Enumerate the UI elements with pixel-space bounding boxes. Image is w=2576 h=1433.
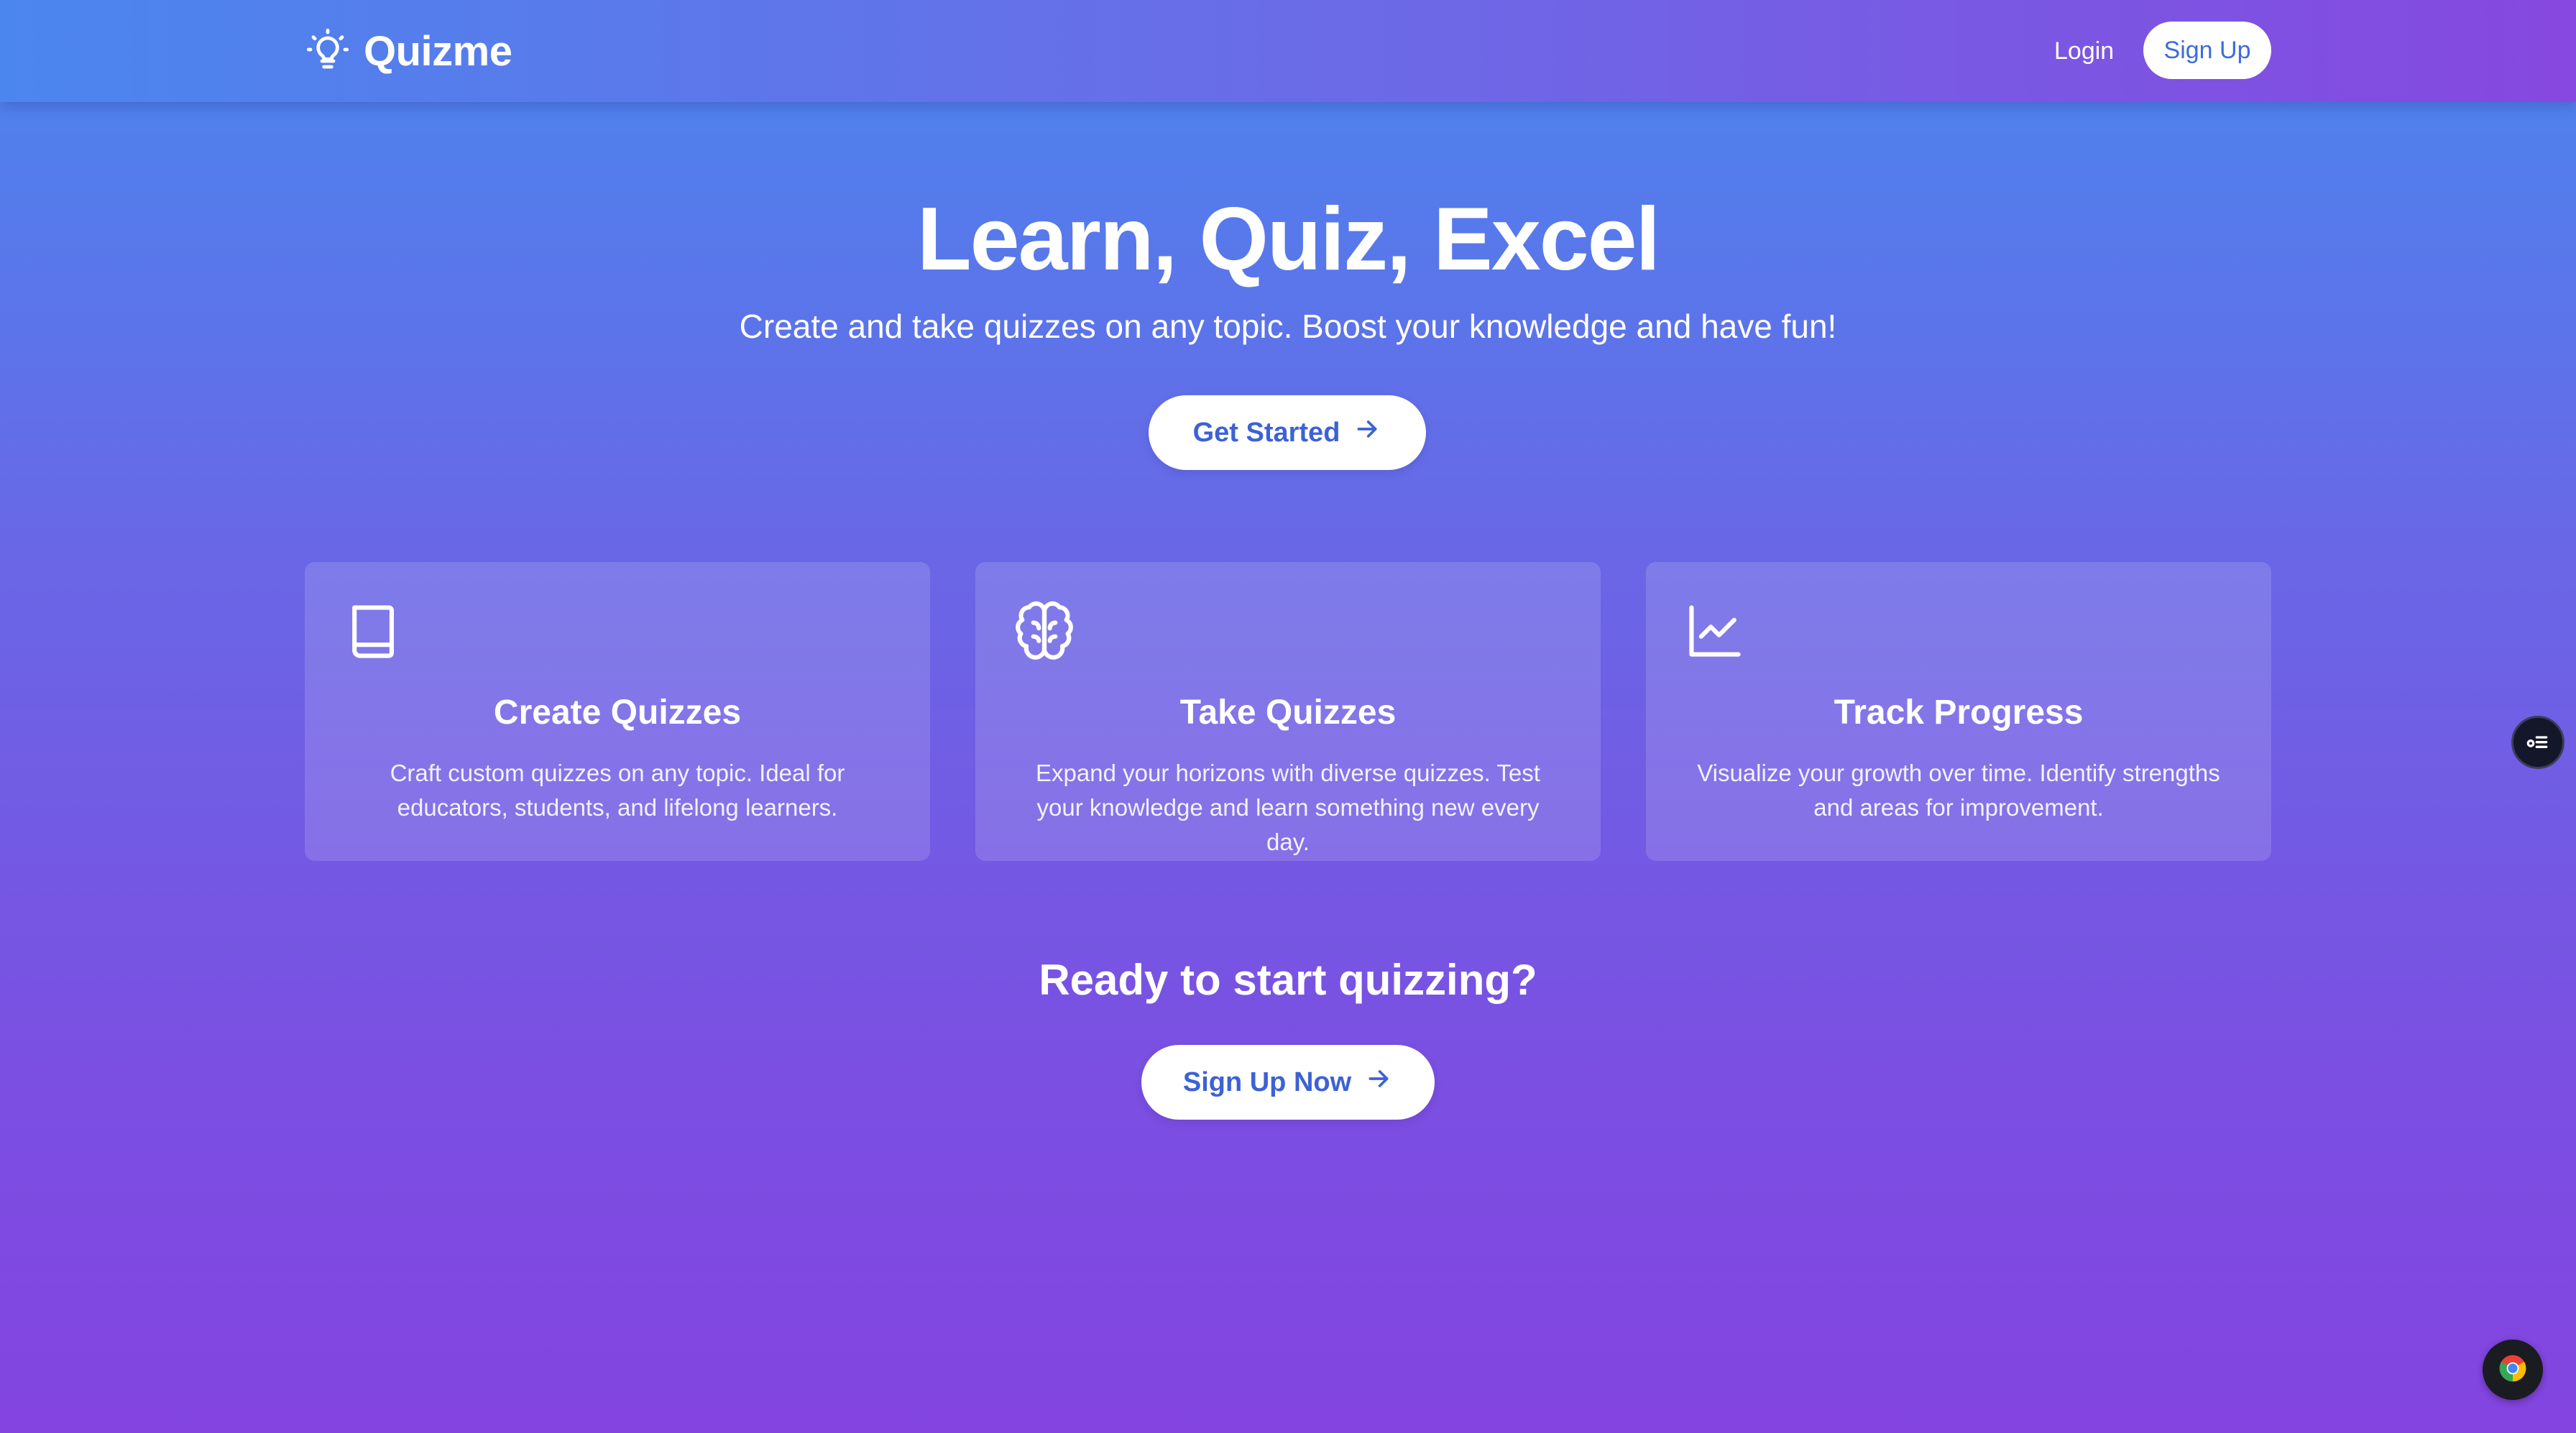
extension-menu-widget[interactable] xyxy=(2511,716,2564,769)
get-started-label: Get Started xyxy=(1192,417,1340,448)
brand-logo[interactable]: Quizme xyxy=(305,22,512,80)
login-link[interactable]: Login xyxy=(2054,30,2114,72)
chrome-widget[interactable] xyxy=(2483,1340,2543,1400)
top-navbar: Quizme Login Sign Up xyxy=(0,0,2576,102)
feature-title: Take Quizzes xyxy=(1179,694,1397,732)
feature-card-track-progress: Track Progress Visualize your growth ove… xyxy=(1646,562,2271,861)
feature-description: Craft custom quizzes on any topic. Ideal… xyxy=(390,760,845,821)
feature-description: Visualize your growth over time. Identif… xyxy=(1697,760,2220,821)
cta-title: Ready to start quizzing? xyxy=(1039,956,1537,1004)
feature-card-create-quizzes: Create Quizzes Craft custom quizzes on a… xyxy=(305,562,930,861)
book-icon xyxy=(341,598,407,664)
line-chart-icon xyxy=(1682,598,1748,664)
arrow-right-icon xyxy=(1364,1064,1393,1100)
feature-description: Expand your horizons with diverse quizze… xyxy=(1036,760,1540,855)
lightbulb-icon xyxy=(305,27,351,76)
sign-up-now-button[interactable]: Sign Up Now xyxy=(1141,1045,1435,1120)
feature-card-take-quizzes: Take Quizzes Expand your horizons with d… xyxy=(975,562,1601,861)
signup-button[interactable]: Sign Up xyxy=(2143,22,2271,79)
hero-title: Learn, Quiz, Excel xyxy=(916,190,1660,289)
feature-title: Track Progress xyxy=(1834,694,2084,732)
hero-subtitle: Create and take quizzes on any topic. Bo… xyxy=(739,308,1837,345)
feature-title: Create Quizzes xyxy=(493,694,742,732)
arrow-right-icon xyxy=(1353,415,1381,451)
extension-menu-icon xyxy=(2524,727,2552,759)
brain-icon xyxy=(1011,598,1077,664)
chrome-icon xyxy=(2497,1353,2529,1388)
brand-name: Quizme xyxy=(364,27,512,75)
get-started-button[interactable]: Get Started xyxy=(1149,395,1426,470)
sign-up-now-label: Sign Up Now xyxy=(1182,1066,1352,1097)
